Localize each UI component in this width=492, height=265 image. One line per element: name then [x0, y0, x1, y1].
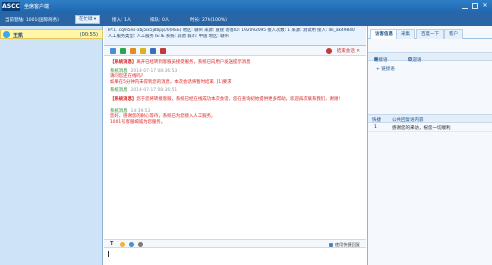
app-logo: ASCC [2, 2, 20, 11]
message-time: 2014-07-17 08:36:53 [130, 68, 178, 74]
system-notice: 【系统消息】您于您将转接客服，系统已经在线成功本次会话，您在查询初始提供更多帮助… [110, 96, 341, 102]
session-list: 王凯 (00:55) [0, 26, 103, 265]
visitor-info-line: IP:1. cq9i5es-xbj5ik5j8bpjs/0(REE) 地区: 赣… [108, 28, 355, 33]
minimize-button[interactable] [462, 3, 468, 9]
message-sender: 系统消息 [110, 68, 128, 74]
visitor-info-line: 人工服务类型: 人工服务 IE:IE 系统: 其他 城市: 中国 地区: 赣州 [108, 33, 229, 39]
message-time: 14:39:53 [130, 108, 151, 114]
system-message: 系统消息 14:39:53 您好，感谢您的耐心等待，系统已为您接入人工服务。 10… [110, 109, 360, 126]
table-row[interactable]: 1 感谢您的来访，祝您一切顺利 [368, 123, 492, 132]
window-title: 坐席客户端 [24, 4, 50, 10]
message-input[interactable] [104, 248, 366, 265]
tab-customer[interactable]: 客户 [444, 29, 463, 39]
chat-toolbar: 结束会话 ✕ [104, 46, 366, 56]
waiting-count: 排队: 0人 [150, 18, 170, 23]
info-icon[interactable] [150, 48, 156, 54]
emoji-icon[interactable] [120, 242, 125, 247]
visitor-info: IP:1. cq9i5es-xbj5ik5j8bpjs/0(REE) 地区: 赣… [104, 26, 366, 46]
system-message: 系统消息 2014-07-17 08:36:51 [110, 88, 360, 94]
history-icon[interactable] [130, 48, 136, 54]
tab-baidu[interactable]: 百度一下 [416, 29, 444, 39]
message-list: 【系统消息】离开已经转到客服员接受服务，系统已向用户发送提示消息 系统消息 201… [104, 57, 366, 239]
session-timer: (00:55) [79, 32, 98, 38]
message-time: 2014-07-17 08:36:51 [130, 88, 178, 94]
input-toolbar: T 使用快捷回复 [104, 239, 366, 248]
note-icon[interactable] [140, 48, 146, 54]
message-sender: 系统消息 [110, 88, 128, 94]
agent-status-select[interactable]: 在忙碌 ▾ [75, 15, 101, 24]
font-button[interactable]: T [110, 241, 113, 247]
block-icon[interactable] [160, 48, 166, 54]
visitor-icon [3, 31, 10, 38]
login-info: 当前登陆: 1001(国际商务) [5, 18, 59, 23]
row-value: 感谢您的来访，祝您一切顺利 [392, 126, 451, 131]
system-message: 系统消息 2014-07-17 08:36:53 请问您还在线吗? 如果在5分钟内… [110, 69, 360, 86]
right-panel: 访客信息 采集 百度一下 客户 链接语 欢迎语 + 链接语 快捷 公共回复语内容… [367, 26, 492, 265]
invite-icon[interactable] [120, 48, 126, 54]
image-icon[interactable] [129, 242, 134, 247]
status-bar: 当前登陆: 1001(国际商务) 在忙碌 ▾ 接入: 1人 排队: 0人 时长:… [0, 13, 492, 26]
file-icon[interactable] [138, 242, 143, 247]
table-header: 快捷 公共回复语内容 [368, 114, 492, 123]
message-text: 1001号客服竭诚为您服务。 [110, 119, 166, 125]
text-caret [108, 251, 109, 257]
alert-icon [326, 48, 332, 54]
online-time: 时长: 27h(100%) [190, 18, 227, 23]
checkbox-icon [328, 243, 333, 247]
session-name: 王凯 [13, 33, 24, 39]
maximize-button[interactable] [472, 3, 478, 9]
message-text: 如果在5分钟内未得到您的消息，本次会话将暂时结束. [1]要求 [110, 79, 232, 85]
session-item[interactable]: 王凯 (00:55) [0, 29, 103, 39]
end-session-button[interactable]: 结束会话 ✕ [337, 48, 360, 54]
transfer-icon[interactable] [110, 48, 116, 54]
message-sender: 系统消息 [110, 108, 128, 114]
queue-count: 接入: 1人 [112, 18, 132, 23]
right-tabs: 访客信息 采集 百度一下 客户 [368, 29, 492, 39]
tree-item[interactable]: + 链接语 [376, 66, 395, 72]
close-button[interactable]: ✕ [482, 3, 488, 9]
row-key: 1 [374, 125, 377, 130]
system-notice: 【系统消息】离开已经转到客服员接受服务，系统已向用户发送提示消息 [110, 60, 251, 65]
reply-type-row: 链接语 欢迎语 [368, 52, 492, 63]
tab-collect[interactable]: 采集 [396, 29, 415, 39]
title-bar: ASCC 坐席客户端 ✕ [0, 0, 492, 13]
tab-visitor-info[interactable]: 访客信息 [370, 29, 398, 39]
chat-panel: IP:1. cq9i5es-xbj5ik5j8bpjs/0(REE) 地区: 赣… [104, 26, 366, 265]
quick-reply-table: 快捷 公共回复语内容 1 感谢您的来访，祝您一切顺利 [368, 114, 492, 132]
